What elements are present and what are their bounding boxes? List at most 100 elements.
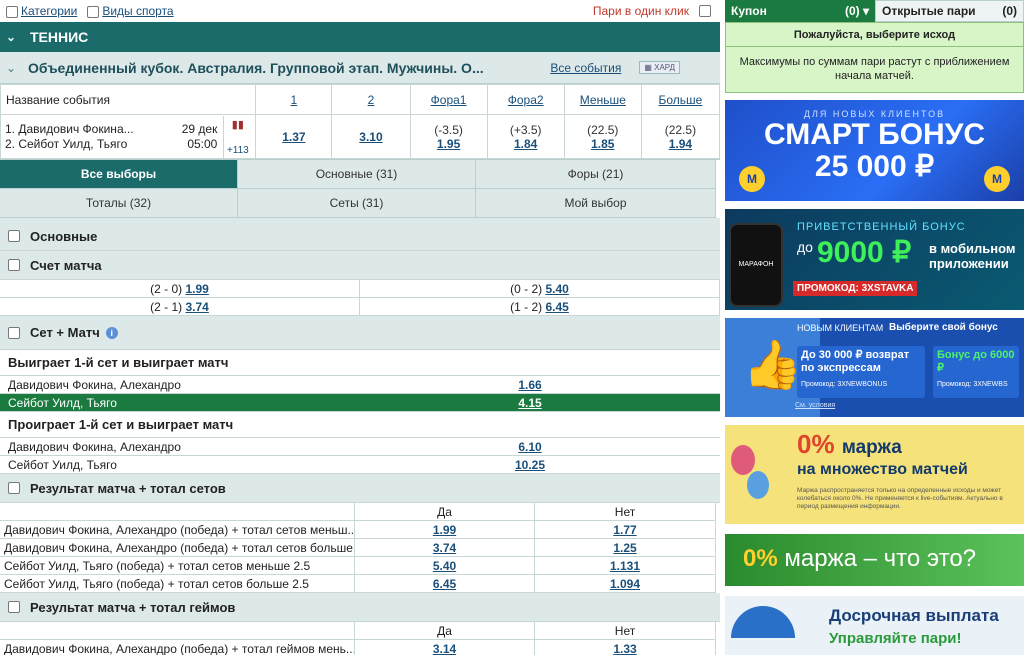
odds-value[interactable]: 4.15 [518, 396, 541, 410]
market-score-header[interactable]: Счет матча [0, 251, 720, 280]
score-cell[interactable]: (2 - 0) 1.99 [0, 280, 360, 297]
tab-open-bets[interactable]: Открытые пари (0) [875, 0, 1024, 22]
odds-value[interactable]: 1.77 [613, 523, 636, 537]
tab-my-choice[interactable]: Мой выбор [476, 189, 716, 218]
outcome-name: Сейбот Уилд, Тьяго (победа) + тотал сето… [0, 557, 355, 575]
stats-icon[interactable]: ▮▮ [232, 118, 244, 131]
odds-under[interactable]: (22.5) 1.85 [563, 114, 642, 159]
list-item-selected[interactable]: Сейбот Уилд, Тьяго 4.15 [0, 394, 720, 412]
all-events-link[interactable]: Все события [550, 61, 621, 75]
odds-value[interactable]: 1.84 [488, 137, 564, 151]
odds-value[interactable]: 5.40 [546, 282, 569, 296]
odds-win1[interactable]: 1.37 [255, 114, 333, 159]
odds-value[interactable]: 10.25 [515, 458, 545, 472]
list-item[interactable]: Давидович Фокина, Алехандро 1.66 [0, 376, 720, 394]
odds-value[interactable]: 6.45 [546, 300, 569, 314]
categories-link[interactable]: Категории [21, 4, 77, 18]
sport-header[interactable]: ⌄ ТЕННИС [0, 22, 720, 52]
odds-value[interactable]: 1.131 [610, 559, 640, 573]
tab-coupon[interactable]: Купон (0) ▾ [725, 0, 875, 22]
market-result-games-checkbox[interactable] [8, 601, 20, 613]
banner-early-payout[interactable]: Досрочная выплата Управляйте пари! [725, 596, 1024, 655]
sports-link[interactable]: Виды спорта [102, 4, 173, 18]
banner-margin-what[interactable]: 0% маржа – что это? [725, 534, 1024, 586]
banner-smart-bonus[interactable]: ДЛЯ НОВЫХ КЛИЕНТОВ СМАРТ БОНУС 25 000 ₽ … [725, 100, 1024, 201]
banner-zero-margin[interactable]: 0% маржа на множество матчей Маржа распр… [725, 425, 1024, 524]
score-cell[interactable]: (2 - 1) 3.74 [0, 298, 360, 315]
col-win2[interactable]: 2 [368, 93, 375, 107]
odds-value[interactable]: 1.25 [613, 541, 636, 555]
banner-amount: 25 000 ₽ [814, 150, 935, 183]
col-handicap1[interactable]: Фора1 [431, 93, 467, 107]
odds-value[interactable]: 3.10 [332, 130, 409, 144]
odds-value[interactable]: 1.99 [186, 282, 209, 296]
odds-handicap1[interactable]: (-3.5) 1.95 [409, 114, 488, 159]
banner-welcome-bonus[interactable]: МАРАФОН ПРИВЕТСТВЕННЫЙ БОНУС до 9000 ₽ в… [725, 209, 1024, 310]
odds-value[interactable]: 1.95 [411, 137, 487, 151]
chevron-down-icon[interactable]: ⌄ [0, 30, 22, 44]
sports-checkbox[interactable] [87, 5, 100, 18]
odds-value[interactable]: 6.10 [518, 440, 541, 454]
banner-heading: Досрочная выплата [829, 606, 999, 625]
league-header[interactable]: ⌄ Объединенный кубок. Австралия. Группов… [0, 52, 720, 84]
list-item[interactable]: Давидович Фокина, Алехандро 6.10 [0, 438, 720, 456]
tab-sets[interactable]: Сеты (31) [238, 189, 476, 218]
sports-filter[interactable]: Виды спорта [87, 4, 174, 18]
odds-value[interactable]: 5.40 [433, 559, 456, 573]
score-row: (2 - 1) 3.74 (1 - 2) 6.45 [0, 298, 720, 316]
market-result-sets-header[interactable]: Результат матча + тотал сетов [0, 474, 720, 503]
odds-value[interactable]: 1.33 [613, 642, 636, 655]
tab-main[interactable]: Основные (31) [238, 160, 476, 189]
terms-link[interactable]: См. условия [795, 402, 835, 409]
categories-checkbox[interactable] [6, 5, 18, 18]
col-win1[interactable]: 1 [291, 93, 298, 107]
tab-totals[interactable]: Тоталы (32) [0, 189, 238, 218]
market-set-match-header[interactable]: Сет + Матч i [0, 316, 720, 350]
market-main-header[interactable]: Основные [0, 222, 720, 251]
score-label: (2 - 1) [150, 299, 183, 314]
odds-value[interactable]: 1.99 [433, 523, 456, 537]
banner-choose-bonus[interactable]: 👍 НОВЫМ КЛИЕНТАМ Выберите свой бонус До … [725, 318, 1024, 417]
bonus-option-2[interactable]: Бонус до 6000 ₽ Промокод: 3XNEWBS [933, 346, 1019, 398]
tab-all[interactable]: Все выборы [0, 160, 238, 189]
market-result-sets-checkbox[interactable] [8, 482, 20, 494]
market-score-checkbox[interactable] [8, 259, 20, 271]
col-no: Нет [535, 622, 716, 640]
bonus-option-1[interactable]: До 30 000 ₽ возврат по экспрессам Промоко… [797, 346, 925, 398]
odds-value[interactable]: 3.14 [433, 642, 456, 655]
odds-value[interactable]: 3.74 [433, 541, 456, 555]
chevron-down-icon[interactable]: ⌄ [0, 61, 22, 75]
odds-win2[interactable]: 3.10 [331, 114, 411, 159]
odds-value[interactable]: 1.66 [518, 378, 541, 392]
odds-value[interactable]: 1.094 [610, 577, 640, 591]
outcome-name: Давидович Фокина, Алехандро [8, 377, 181, 392]
odds-value[interactable]: 1.37 [256, 130, 331, 144]
odds-value[interactable]: 3.74 [186, 300, 209, 314]
outcome-name: Давидович Фокина, Алехандро [8, 439, 181, 454]
outcome-name: Сейбот Уилд, Тьяго (победа) + тотал сето… [0, 575, 355, 593]
score-cell[interactable]: (1 - 2) 6.45 [360, 298, 720, 315]
market-result-games-header[interactable]: Результат матча + тотал геймов [0, 593, 720, 622]
categories-filter[interactable]: Категории [6, 4, 77, 18]
more-markets-link[interactable]: +113 [227, 145, 249, 156]
odds-param: (22.5) [587, 122, 619, 137]
odds-value[interactable]: 1.94 [642, 137, 719, 151]
list-item[interactable]: Сейбот Уилд, Тьяго 10.25 [0, 456, 720, 474]
player2-name[interactable]: 2. Сейбот Уилд, Тьяго [5, 137, 134, 152]
col-handicap2[interactable]: Фора2 [508, 93, 544, 107]
col-over[interactable]: Больше [658, 93, 702, 107]
one-click-checkbox[interactable] [699, 5, 711, 17]
player1-name[interactable]: 1. Давидович Фокина... [5, 122, 134, 137]
market-main-checkbox[interactable] [8, 230, 20, 242]
score-cell[interactable]: (0 - 2) 5.40 [360, 280, 720, 297]
col-under[interactable]: Меньше [580, 93, 626, 107]
odds-over[interactable]: (22.5) 1.94 [640, 114, 720, 159]
market-set-match-checkbox[interactable] [8, 326, 20, 339]
odds-value[interactable]: 1.85 [565, 137, 641, 151]
tab-handicaps[interactable]: Форы (21) [476, 160, 716, 189]
odds-handicap2[interactable]: (+3.5) 1.84 [486, 114, 565, 159]
info-icon[interactable]: i [105, 326, 118, 339]
odds-value[interactable]: 6.45 [433, 577, 456, 591]
market-result-games-title: Результат матча + тотал геймов [30, 599, 236, 615]
score-label: (0 - 2) [510, 281, 543, 296]
